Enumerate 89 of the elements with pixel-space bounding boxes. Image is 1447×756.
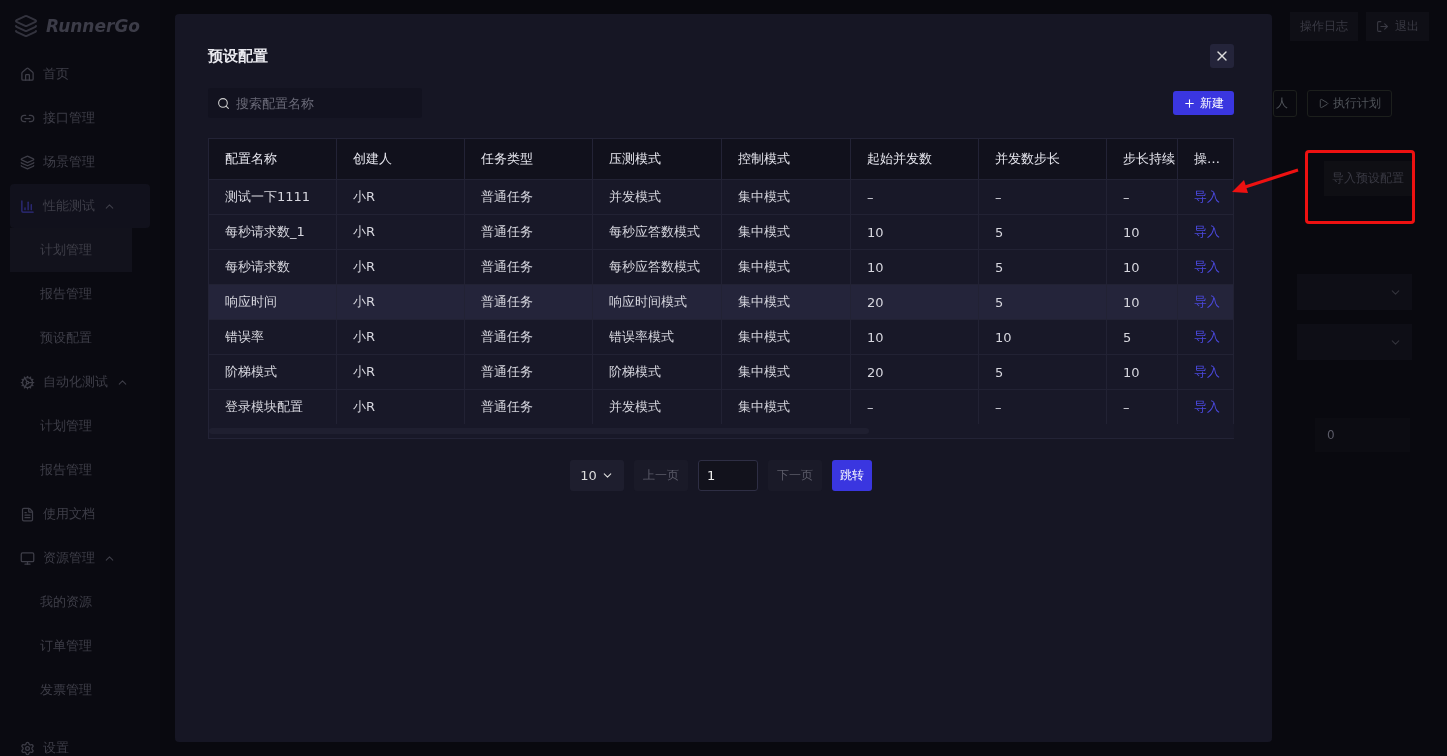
new-button[interactable]: 新建 (1173, 91, 1234, 115)
table-cell: 每秒应答数模式 (593, 249, 722, 284)
select-field[interactable] (1297, 324, 1412, 360)
table-cell: 10 (1107, 249, 1178, 284)
gear-icon (20, 374, 35, 390)
table-cell: 5 (979, 214, 1107, 249)
settings-icon (20, 740, 35, 756)
column-header: 控制模式 (722, 139, 851, 179)
table-cell: 小R (337, 284, 465, 319)
play-icon (1318, 98, 1329, 109)
table-cell: 普通任务 (465, 354, 593, 389)
table-cell: 集中模式 (722, 284, 851, 319)
table-cell: – (979, 389, 1107, 424)
table-cell: 每秒请求数 (209, 249, 337, 284)
table-cell: 10 (851, 249, 979, 284)
plus-icon (1183, 96, 1196, 110)
table-cell: 10 (1107, 284, 1178, 319)
table-cell: 5 (979, 249, 1107, 284)
table-cell: 5 (1107, 319, 1178, 354)
column-header: 任务类型 (465, 139, 593, 179)
table-cell: – (1107, 179, 1178, 214)
table-cell: 普通任务 (465, 249, 593, 284)
table-cell: 响应时间 (209, 284, 337, 319)
toolbar-button[interactable]: 执行计划 (1307, 90, 1392, 117)
column-header: 配置名称 (209, 139, 337, 179)
table-cell: 20 (851, 284, 979, 319)
arrow-drawing (1230, 166, 1300, 196)
table-cell: 集中模式 (722, 179, 851, 214)
table-cell: 普通任务 (465, 214, 593, 249)
document-icon (20, 506, 35, 522)
table-cell: 小R (337, 389, 465, 424)
jump-button[interactable]: 跳转 (832, 460, 872, 491)
table-cell: – (1107, 389, 1178, 424)
chart-icon (20, 198, 35, 214)
table-cell: 测试一下1111 (209, 179, 337, 214)
table-cell: 小R (337, 319, 465, 354)
table-cell: 10 (851, 214, 979, 249)
table-cell: 普通任务 (465, 319, 593, 354)
dialog-title: 预设配置 (208, 46, 268, 66)
table-cell: 并发模式 (593, 389, 722, 424)
table-cell: – (979, 179, 1107, 214)
table-cell: – (851, 179, 979, 214)
home-icon (20, 66, 35, 82)
column-header: 创建人 (337, 139, 465, 179)
search-field[interactable]: 搜索配置名称 (208, 88, 422, 118)
table-cell: 并发模式 (593, 179, 722, 214)
table-cell: 小R (337, 214, 465, 249)
table-cell: 阶梯模式 (593, 354, 722, 389)
table-cell: 普通任务 (465, 179, 593, 214)
column-header: 起始并发数 (851, 139, 979, 179)
column-header: 并发数步长 (979, 139, 1107, 179)
select-field[interactable] (1297, 274, 1412, 310)
table-cell: 集中模式 (722, 214, 851, 249)
table-cell: 5 (979, 354, 1107, 389)
logout-icon (1376, 19, 1389, 33)
table-cell: 集中模式 (722, 354, 851, 389)
table-cell: 10 (1107, 214, 1178, 249)
page-input[interactable]: 1 (698, 460, 758, 491)
column-header: 步长持续 (1107, 139, 1178, 179)
table-cell: 集中模式 (722, 249, 851, 284)
page-size-select[interactable]: 10 (570, 460, 624, 491)
table-cell: 每秒请求数_1 (209, 214, 337, 249)
table-cell: 响应时间模式 (593, 284, 722, 319)
search-icon (217, 97, 230, 110)
table-cell: 10 (851, 319, 979, 354)
layers-icon (20, 154, 35, 170)
table-cell: 小R (337, 354, 465, 389)
table-cell: 普通任务 (465, 389, 593, 424)
table-cell: 5 (979, 284, 1107, 319)
monitor-icon (20, 550, 35, 566)
table-cell: 小R (337, 179, 465, 214)
table-cell: 10 (979, 319, 1107, 354)
table-cell: 错误率模式 (593, 319, 722, 354)
table-cell: 集中模式 (722, 389, 851, 424)
table-cell: – (851, 389, 979, 424)
table-cell: 20 (851, 354, 979, 389)
table-cell: 普通任务 (465, 284, 593, 319)
toolbar-button[interactable]: 人 (1273, 90, 1297, 117)
table-cell: 每秒应答数模式 (593, 214, 722, 249)
column-header: 压测模式 (593, 139, 722, 179)
table-cell: 小R (337, 249, 465, 284)
table-cell: 10 (1107, 354, 1178, 389)
table-cell: 集中模式 (722, 319, 851, 354)
table-cell: 错误率 (209, 319, 337, 354)
close-button[interactable] (1210, 44, 1234, 68)
column-header: 操… (1178, 139, 1234, 179)
logo-icon (14, 14, 38, 38)
table-cell: 阶梯模式 (209, 354, 337, 389)
table-cell: 登录模块配置 (209, 389, 337, 424)
